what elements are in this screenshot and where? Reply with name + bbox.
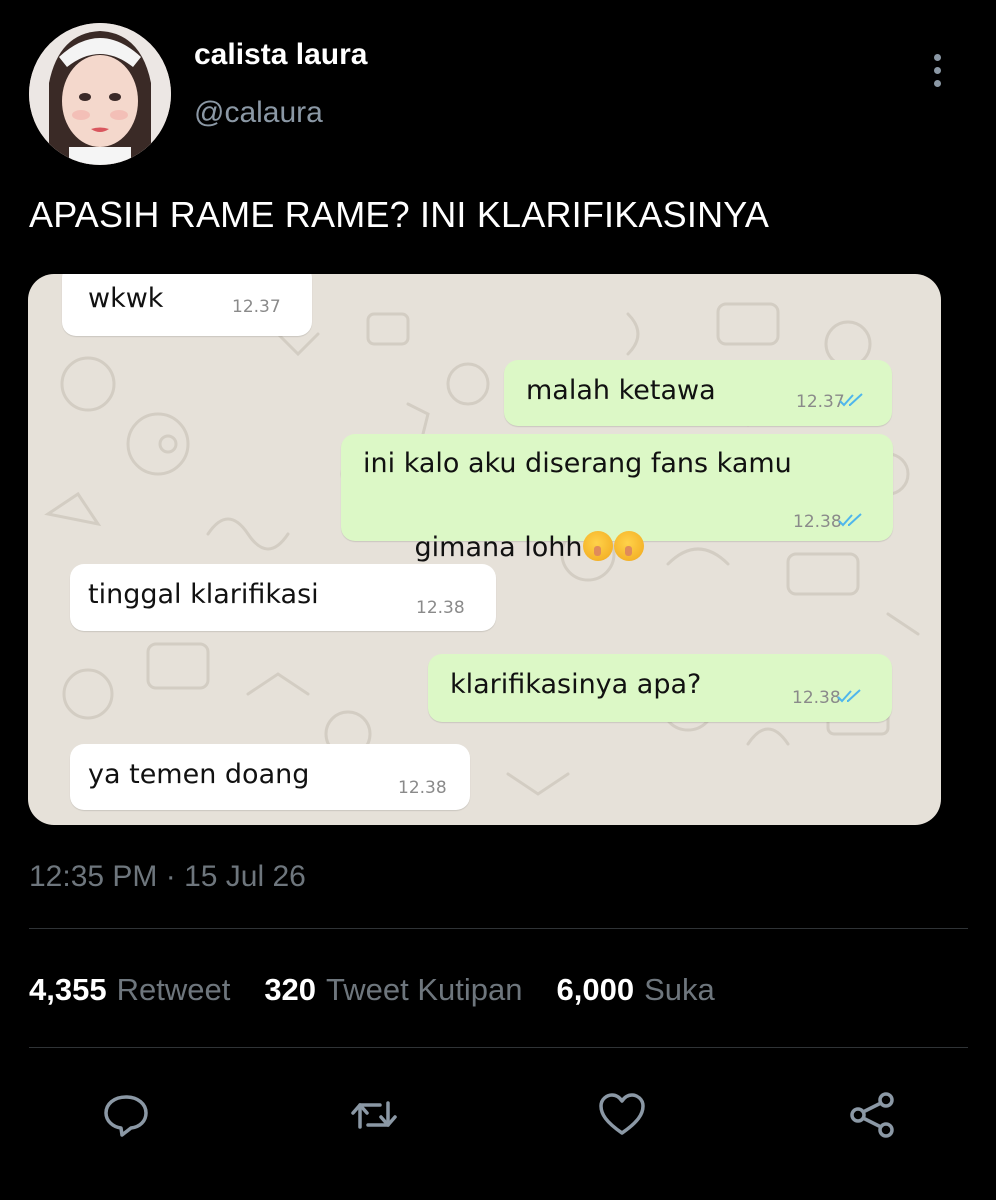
quote-count: 320 [264,972,317,1007]
chat-message-time: 12.37 [232,297,281,317]
quote-label: Tweet Kutipan [326,972,523,1007]
tweet-media-image[interactable]: wkwk 12.37 malah ketawa 12.37 ini kalo a… [28,274,941,825]
author-handle[interactable]: @calaura [194,96,323,130]
chat-message-time: 12.38 [416,598,465,618]
chat-message-incoming: ya temen doang 12.38 [70,744,470,810]
avatar-image [29,23,171,165]
chat-message-time: 12.38 [793,512,842,532]
like-button[interactable] [594,1087,650,1143]
tweet-text: APASIH RAME RAME? INI KLARIFIKASINYA [29,194,770,235]
more-dot-icon [933,79,941,87]
retweet-label: Retweet [116,972,231,1007]
chat-message-text: wkwk [88,283,164,314]
divider [29,1047,968,1048]
chat-message-text: klarifikasinya apa? [450,669,702,700]
reply-button[interactable] [98,1087,154,1143]
chat-message-text: ini kalo aku diserang fans kamu [363,448,792,479]
chat-message-outgoing: ini kalo aku diserang fans kamu gimana l… [341,434,893,563]
chat-message-incoming: wkwk 12.37 [62,274,312,336]
like-count: 6,000 [556,972,635,1007]
chat-message-text: malah ketawa [526,375,716,406]
chat-message-text: ya temen doang [88,759,310,790]
quote-count-stat[interactable]: 320 Tweet Kutipan [264,972,522,1008]
like-label: Suka [644,972,715,1007]
like-icon [599,1093,645,1135]
author-display-name[interactable]: calista laura [194,38,367,72]
more-options-button[interactable] [920,48,954,92]
avatar[interactable] [29,23,171,165]
share-icon [850,1092,894,1138]
read-receipt-icon [837,689,861,703]
chat-message-time: 12.38 [398,778,447,798]
shushing-face-emoji-icon [583,531,614,561]
tweet-timestamp[interactable]: 12:35 PM · 15 Jul 26 [29,860,306,894]
divider [29,928,968,929]
read-receipt-icon [838,513,862,527]
chat-message-outgoing: klarifikasinya apa? 12.38 [428,654,892,722]
retweet-count-stat[interactable]: 4,355 Retweet [29,972,230,1008]
read-receipt-icon [839,393,863,407]
retweet-icon [351,1101,397,1129]
retweet-button[interactable] [346,1087,402,1143]
retweet-count: 4,355 [29,972,107,1007]
chat-message-incoming: tinggal klarifikasi 12.38 [70,564,496,631]
reply-icon [104,1095,148,1137]
more-dot-icon [933,66,941,74]
shushing-face-emoji-icon [614,531,645,561]
chat-message-time: 12.38 [792,688,841,708]
chat-message-text: gimana lohh [414,532,583,563]
like-count-stat[interactable]: 6,000 Suka [557,972,715,1008]
share-button[interactable] [844,1087,900,1143]
more-dot-icon [933,53,941,61]
chat-message-text: tinggal klarifikasi [88,579,319,610]
engagement-stats: 4,355 Retweet 320 Tweet Kutipan 6,000 Suka [29,972,749,1008]
chat-message-outgoing: malah ketawa 12.37 [504,360,892,426]
